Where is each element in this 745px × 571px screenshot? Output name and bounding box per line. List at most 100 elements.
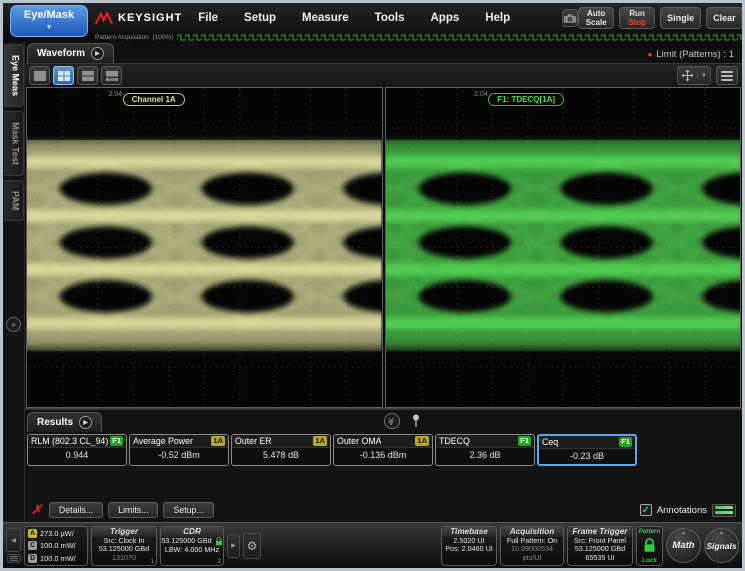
frame-trigger-panel[interactable]: Frame Trigger Src: Front Panel 53.125000…	[567, 526, 633, 566]
panel-grip-handle[interactable]	[7, 554, 21, 563]
brand-name: KEYSIGHT	[118, 12, 182, 24]
results-footer: ✗ Details... Limits... Setup... ✓ Annota…	[25, 500, 742, 522]
single-label: Single	[667, 14, 694, 23]
layout-single-button[interactable]	[29, 66, 50, 85]
display-menu-button[interactable]	[716, 66, 738, 85]
measurement-rlm[interactable]: RLM (802.3 CL_94) F1 0.944	[27, 434, 127, 466]
delete-measurement-icon[interactable]: ✗	[31, 502, 42, 518]
menu-help[interactable]: Help	[485, 12, 510, 24]
math-button[interactable]: Math	[666, 528, 701, 563]
limit-red-dot-icon: ●	[648, 50, 653, 59]
acquisition-panel[interactable]: Acquisition Full Pattern: On 10.99000534…	[500, 526, 564, 566]
channel-c-reading: C 100.0 mW/	[28, 541, 84, 550]
results-tab[interactable]: Results ▶	[27, 412, 102, 432]
sidebar-tab-eye-meas[interactable]: Eye Meas	[4, 44, 24, 107]
source-badge: 1A	[415, 436, 429, 446]
autoscale-button[interactable]: Auto Scale	[578, 7, 614, 29]
annotations-checkbox[interactable]: ✓	[640, 504, 652, 516]
measurement-value: -0.23 dB	[539, 449, 635, 464]
clear-button[interactable]: Clear	[706, 7, 743, 29]
move-arrows-icon	[681, 69, 694, 82]
waveform-tab-row: Waveform ▶ ● Limit (Patterns) : 1	[25, 42, 742, 63]
menu-tools[interactable]: Tools	[375, 12, 405, 24]
f1-tdecq-label[interactable]: F1: TDECQ[1A]	[488, 93, 564, 106]
source-badge: F1	[518, 436, 531, 446]
sidebar-tab-pam[interactable]: PAM	[4, 180, 24, 221]
measurement-name: Ceq	[542, 437, 558, 447]
autoscale-line2: Scale	[586, 18, 607, 27]
autoscale-line1: Auto	[587, 9, 605, 18]
waveform-tab[interactable]: Waveform ▶	[27, 43, 114, 63]
timebase-title: Timebase	[442, 527, 496, 537]
channel-1a-label[interactable]: Channel 1A	[123, 93, 185, 106]
color-grade-legend-button[interactable]	[712, 504, 736, 517]
limit-status: ● Limit (Patterns) : 1	[648, 49, 742, 63]
menu-bar: File Setup Measure Tools Apps Help	[198, 12, 510, 24]
pin-icon[interactable]	[412, 414, 420, 428]
details-button[interactable]: Details...	[49, 502, 103, 518]
clear-label: Clear	[713, 14, 736, 23]
measurement-average-power[interactable]: Average Power 1A -0.52 dBm	[129, 434, 229, 466]
measurement-value: -0.136 dBm	[334, 448, 432, 463]
run-stop-button[interactable]: Run Stop	[619, 7, 655, 29]
layout-toolbar: ▼	[25, 63, 742, 87]
measurement-outer-er[interactable]: Outer ER 1A 5.478 dB	[231, 434, 331, 466]
cdr-loop-bandwidth: LBW: 4.000 MHz	[161, 546, 223, 555]
frame-trigger-length: 65535 UI	[568, 554, 632, 563]
measurement-value: 2.36 dB	[436, 448, 534, 463]
setup-button[interactable]: Setup...	[163, 502, 213, 518]
menu-setup[interactable]: Setup	[244, 12, 276, 24]
acquisition-title: Acquisition	[501, 527, 563, 537]
waveform-play-icon[interactable]: ▶	[91, 47, 104, 60]
titlebar-actions: Auto Scale Run Stop Single Clear	[578, 7, 745, 30]
limits-button[interactable]: Limits...	[108, 502, 158, 518]
channel-c-value: 100.0 mW/	[40, 541, 76, 550]
channel-readings-panel[interactable]: A 273.0 µW/ C 100.0 mW/ D 100.0 mW/	[24, 526, 88, 566]
pattern-lock-icon	[643, 538, 656, 553]
measurement-ceq[interactable]: Ceq F1 -0.23 dB	[537, 434, 637, 466]
acquisition-density: 10.99000534 pts/UI	[501, 545, 563, 562]
measurement-outer-oma[interactable]: Outer OMA 1A -0.136 dBm	[333, 434, 433, 466]
signals-button[interactable]: Signals	[704, 528, 739, 563]
menu-measure[interactable]: Measure	[302, 12, 349, 24]
pattern-acquisition-bar: Pattern Acquisition (100%)	[3, 33, 742, 42]
waveform-display-area: 2.04 Channel 1A 2.04 F1: TDECQ[1A]	[25, 87, 742, 408]
sidebar-expand-button[interactable]: »	[6, 317, 21, 332]
eye-diagram-f1-tdecq[interactable]: 2.04 F1: TDECQ[1A]	[385, 87, 742, 408]
menu-file[interactable]: File	[198, 12, 218, 24]
mode-selector-button[interactable]: Eye/Mask ▼	[10, 5, 88, 37]
settings-gear-button[interactable]: ⚙	[243, 533, 261, 559]
cdr-panel[interactable]: CDR 53.125000 GBd LBW: 4.000 MHz 2	[160, 526, 224, 566]
channel-d-badge: D	[28, 554, 37, 563]
trigger-panel[interactable]: Trigger Src: Clock In 53.125000 GBd 1310…	[91, 526, 157, 566]
pan-zoom-dropdown[interactable]: ▼	[697, 73, 707, 79]
channel-d-value: 100.0 mW/	[40, 554, 76, 563]
limit-label: Limit (Patterns) : 1	[656, 49, 734, 60]
screenshot-button[interactable]	[562, 9, 578, 27]
timebase-panel[interactable]: Timebase 2.5020 UI Pos: 2.0460 UI	[441, 526, 497, 566]
source-badge: F1	[619, 437, 632, 447]
results-play-icon[interactable]: ▶	[79, 416, 92, 429]
camera-icon	[563, 13, 577, 24]
pan-zoom-button[interactable]: ▼	[677, 66, 711, 85]
results-collapse-button[interactable]: ≫	[384, 413, 400, 429]
eye-diagram-channel-1a[interactable]: 2.04 Channel 1A	[26, 87, 383, 408]
source-badge: F1	[110, 436, 123, 446]
timebase-annotation: 2.04	[109, 91, 123, 98]
single-button[interactable]: Single	[660, 7, 701, 29]
timebase-position: Pos: 2.0460 UI	[442, 545, 496, 554]
signals-label: Signals	[706, 541, 736, 551]
pattern-lock-top-label: Pattern	[639, 528, 661, 535]
keysight-spark-icon	[95, 12, 113, 25]
sidebar-tab-mask-test[interactable]: Mask Test	[4, 111, 24, 176]
measurement-tdecq[interactable]: TDECQ F1 2.36 dB	[435, 434, 535, 466]
layout-stacked-button[interactable]	[77, 66, 98, 85]
scroll-left-button[interactable]: ◀	[6, 528, 21, 552]
layout-one-plus-three-button[interactable]	[101, 66, 122, 85]
scroll-right-button[interactable]: ▶	[227, 534, 240, 558]
measurement-name: RLM (802.3 CL_94)	[31, 436, 108, 446]
layout-quad-button[interactable]	[53, 66, 74, 85]
results-panel: Results ▶ ≫ RLM (802.3 CL_94) F	[25, 408, 742, 522]
menu-apps[interactable]: Apps	[430, 12, 459, 24]
pattern-lock-indicator[interactable]: Pattern Lock	[636, 526, 663, 566]
